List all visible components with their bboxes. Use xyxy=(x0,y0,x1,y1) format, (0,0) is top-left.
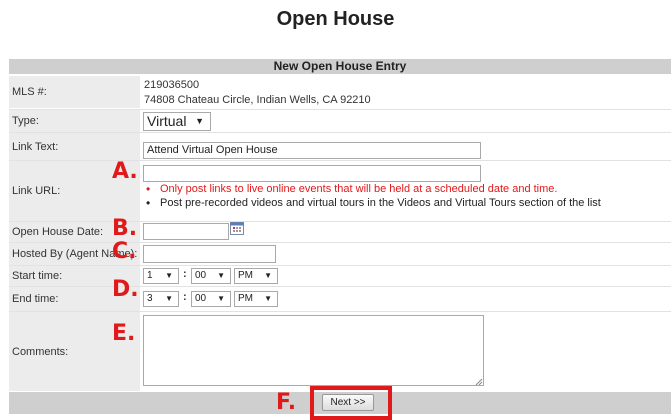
dropdown-arrow-icon: ▼ xyxy=(264,294,272,303)
mls-number: 219036500 xyxy=(144,79,200,91)
start-ampm-value: PM xyxy=(238,270,253,281)
dropdown-arrow-icon: ▼ xyxy=(165,271,173,280)
link-url-value-cell: • Only post links to live online events … xyxy=(142,161,671,221)
start-ampm-select[interactable]: PM ▼ xyxy=(234,268,278,284)
dropdown-arrow-icon: ▼ xyxy=(217,294,225,303)
marker-a: A. xyxy=(112,159,138,184)
bullet-icon: • xyxy=(146,196,151,210)
end-ampm-select[interactable]: PM ▼ xyxy=(234,291,278,307)
dropdown-arrow-icon: ▼ xyxy=(195,116,204,126)
mls-value-cell: 219036500 74808 Chateau Circle, Indian W… xyxy=(142,76,671,108)
end-time-value-cell: 3 ▼ : 00 ▼ PM ▼ xyxy=(142,287,671,311)
end-minute-value: 00 xyxy=(195,293,207,304)
link-text-value-cell: Attend Virtual Open House xyxy=(142,133,671,160)
dropdown-arrow-icon: ▼ xyxy=(264,271,272,280)
link-url-warning: Only post links to live online events th… xyxy=(160,183,558,195)
marker-e: E. xyxy=(112,321,136,346)
dropdown-arrow-icon: ▼ xyxy=(165,294,173,303)
mls-label: MLS #: xyxy=(9,76,140,108)
link-text-input[interactable]: Attend Virtual Open House xyxy=(143,142,481,159)
hosted-by-input[interactable] xyxy=(143,245,276,263)
type-select-value: Virtual xyxy=(147,113,187,129)
type-value-cell: Virtual ▼ xyxy=(142,110,671,132)
hosted-by-value-cell xyxy=(142,243,671,265)
start-hour-value: 1 xyxy=(147,270,153,281)
start-hour-select[interactable]: 1 ▼ xyxy=(143,268,179,284)
page-title: Open House xyxy=(276,8,395,30)
end-hour-select[interactable]: 3 ▼ xyxy=(143,291,179,307)
start-minute-select[interactable]: 00 ▼ xyxy=(191,268,231,284)
comments-textarea[interactable] xyxy=(143,315,484,386)
end-hour-value: 3 xyxy=(147,293,153,304)
open-house-date-value-cell xyxy=(142,222,671,242)
type-label: Type: xyxy=(9,110,140,132)
end-minute-select[interactable]: 00 ▼ xyxy=(191,291,231,307)
start-time-separator: : xyxy=(183,268,187,280)
next-button-highlight xyxy=(310,386,392,420)
end-ampm-value: PM xyxy=(238,293,253,304)
mls-address: 74808 Chateau Circle, Indian Wells, CA 9… xyxy=(144,94,371,106)
marker-d: D. xyxy=(112,277,139,302)
link-url-input[interactable] xyxy=(143,165,481,182)
marker-b: B. xyxy=(112,216,138,241)
start-minute-value: 00 xyxy=(195,270,207,281)
start-time-value-cell: 1 ▼ : 00 ▼ PM ▼ xyxy=(142,266,671,286)
end-time-separator: : xyxy=(183,291,187,303)
marker-f: F. xyxy=(276,390,297,415)
link-url-note: Post pre-recorded videos and virtual tou… xyxy=(160,197,601,209)
comments-value-cell xyxy=(142,312,671,391)
dropdown-arrow-icon: ▼ xyxy=(217,271,225,280)
type-select[interactable]: Virtual ▼ xyxy=(143,112,211,131)
marker-c: C. xyxy=(112,239,137,264)
form-header: New Open House Entry xyxy=(9,59,671,74)
bullet-icon: • xyxy=(146,182,151,196)
resize-grip-icon[interactable] xyxy=(475,378,483,386)
open-house-date-input[interactable] xyxy=(143,223,229,240)
link-text-label: Link Text: xyxy=(9,133,140,160)
calendar-icon[interactable] xyxy=(230,222,244,235)
